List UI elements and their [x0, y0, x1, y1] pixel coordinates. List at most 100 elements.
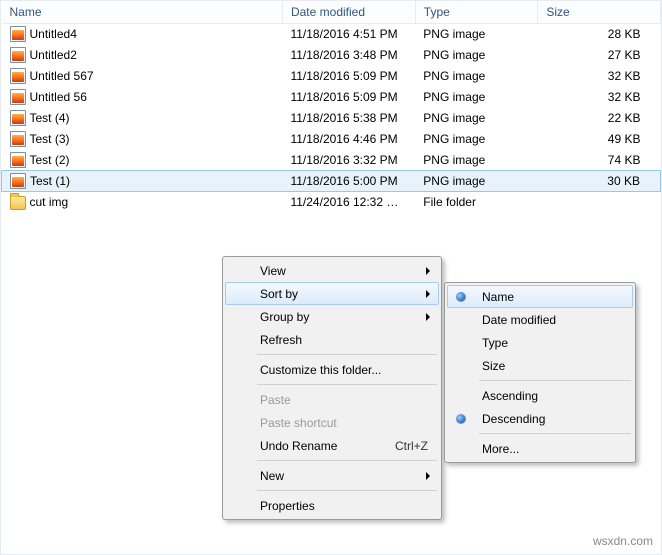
- menu-item-label: Size: [482, 359, 505, 373]
- menu-item-shortcut: Ctrl+Z: [395, 439, 428, 453]
- menu-item-label: Refresh: [260, 333, 302, 347]
- table-row[interactable]: Test (1) 11/18/2016 5:00 PMPNG image30 KB: [2, 171, 661, 192]
- file-name: Untitled 56: [30, 90, 87, 104]
- file-name: Test (2): [30, 153, 70, 167]
- table-row[interactable]: Untitled4 11/18/2016 4:51 PMPNG image28 K…: [2, 24, 661, 45]
- file-type: PNG image: [415, 66, 538, 87]
- menu-item-label: More...: [482, 442, 519, 456]
- menu-item-sort-by[interactable]: Sort by: [225, 282, 439, 305]
- file-date: 11/18/2016 5:00 PM: [282, 171, 415, 192]
- file-date: 11/18/2016 5:09 PM: [282, 87, 415, 108]
- menu-item-label: Paste shortcut: [260, 416, 337, 430]
- menu-item-label: Descending: [482, 412, 545, 426]
- submenu-item-date[interactable]: Date modified: [447, 308, 633, 331]
- menu-item-label: Group by: [260, 310, 309, 324]
- image-file-icon: [10, 26, 26, 42]
- menu-item-label: Ascending: [482, 389, 538, 403]
- menu-item-group-by[interactable]: Group by: [225, 305, 439, 328]
- submenu-item-size[interactable]: Size: [447, 354, 633, 377]
- image-file-icon: [10, 131, 26, 147]
- file-name: Untitled4: [30, 27, 77, 41]
- menu-item-label: Paste: [260, 393, 291, 407]
- sort-by-submenu: Name Date modified Type Size Ascending D…: [444, 282, 636, 463]
- file-date: 11/18/2016 3:32 PM: [282, 150, 415, 171]
- menu-item-label: Name: [482, 290, 514, 304]
- menu-separator: [257, 460, 437, 461]
- file-size: 28 KB: [538, 24, 661, 45]
- radio-selected-icon: [456, 292, 466, 302]
- column-header-date[interactable]: Date modified: [282, 1, 415, 24]
- menu-item-refresh[interactable]: Refresh: [225, 328, 439, 351]
- submenu-item-ascending[interactable]: Ascending: [447, 384, 633, 407]
- menu-separator: [479, 433, 631, 434]
- file-type: File folder: [415, 192, 538, 213]
- menu-item-undo-rename[interactable]: Undo Rename Ctrl+Z: [225, 434, 439, 457]
- file-date: 11/18/2016 3:48 PM: [282, 45, 415, 66]
- radio-selected-icon: [456, 414, 466, 424]
- menu-separator: [479, 380, 631, 381]
- file-type: PNG image: [415, 87, 538, 108]
- menu-item-label: Undo Rename: [260, 439, 337, 453]
- chevron-right-icon: [426, 472, 430, 480]
- file-type: PNG image: [415, 150, 538, 171]
- table-row[interactable]: Untitled 56 11/18/2016 5:09 PMPNG image32…: [2, 87, 661, 108]
- watermark: wsxdn.com: [593, 534, 653, 548]
- column-header-name[interactable]: Name: [2, 1, 283, 24]
- context-menu: View Sort by Group by Refresh Customize …: [222, 256, 442, 520]
- menu-item-new[interactable]: New: [225, 464, 439, 487]
- image-file-icon: [10, 173, 26, 189]
- chevron-right-icon: [426, 313, 430, 321]
- file-size: 32 KB: [538, 87, 661, 108]
- chevron-right-icon: [426, 267, 430, 275]
- menu-item-label: New: [260, 469, 284, 483]
- file-type: PNG image: [415, 24, 538, 45]
- file-name: Test (3): [30, 132, 70, 146]
- file-date: 11/18/2016 4:51 PM: [282, 24, 415, 45]
- column-header-type[interactable]: Type: [415, 1, 538, 24]
- table-row[interactable]: cut img 11/24/2016 12:32 …File folder: [2, 192, 661, 213]
- column-header-size[interactable]: Size: [538, 1, 661, 24]
- table-row[interactable]: Untitled 567 11/18/2016 5:09 PMPNG image3…: [2, 66, 661, 87]
- menu-item-customize[interactable]: Customize this folder...: [225, 358, 439, 381]
- submenu-item-more[interactable]: More...: [447, 437, 633, 460]
- file-date: 11/24/2016 12:32 …: [282, 192, 415, 213]
- file-name: Untitled2: [30, 48, 77, 62]
- image-file-icon: [10, 89, 26, 105]
- menu-separator: [257, 354, 437, 355]
- file-size: 30 KB: [538, 171, 661, 192]
- file-date: 11/18/2016 5:09 PM: [282, 66, 415, 87]
- column-header-row: Name Date modified Type Size: [2, 1, 661, 24]
- file-size: 49 KB: [538, 129, 661, 150]
- file-size: [538, 192, 661, 213]
- file-type: PNG image: [415, 171, 538, 192]
- menu-item-label: Customize this folder...: [260, 363, 381, 377]
- menu-item-properties[interactable]: Properties: [225, 494, 439, 517]
- file-name: Test (1): [30, 174, 70, 188]
- submenu-item-name[interactable]: Name: [447, 285, 633, 308]
- chevron-right-icon: [426, 290, 430, 298]
- image-file-icon: [10, 68, 26, 84]
- menu-separator: [257, 384, 437, 385]
- file-size: 22 KB: [538, 108, 661, 129]
- menu-item-label: Properties: [260, 499, 315, 513]
- table-row[interactable]: Untitled211/18/2016 3:48 PMPNG image27 K…: [2, 45, 661, 66]
- table-row[interactable]: Test (2) 11/18/2016 3:32 PMPNG image74 KB: [2, 150, 661, 171]
- file-type: PNG image: [415, 129, 538, 150]
- file-list: Name Date modified Type Size Untitled4 11…: [1, 1, 661, 213]
- submenu-item-descending[interactable]: Descending: [447, 407, 633, 430]
- menu-item-paste: Paste: [225, 388, 439, 411]
- file-date: 11/18/2016 4:46 PM: [282, 129, 415, 150]
- file-size: 32 KB: [538, 66, 661, 87]
- menu-item-label: Sort by: [260, 287, 298, 301]
- menu-item-paste-shortcut: Paste shortcut: [225, 411, 439, 434]
- table-row[interactable]: Test (3) 11/18/2016 4:46 PMPNG image49 KB: [2, 129, 661, 150]
- file-size: 74 KB: [538, 150, 661, 171]
- file-name: Untitled 567: [30, 69, 94, 83]
- menu-separator: [257, 490, 437, 491]
- file-name: cut img: [30, 195, 69, 209]
- menu-item-label: Type: [482, 336, 508, 350]
- submenu-item-type[interactable]: Type: [447, 331, 633, 354]
- image-file-icon: [10, 152, 26, 168]
- table-row[interactable]: Test (4)11/18/2016 5:38 PMPNG image22 KB: [2, 108, 661, 129]
- menu-item-view[interactable]: View: [225, 259, 439, 282]
